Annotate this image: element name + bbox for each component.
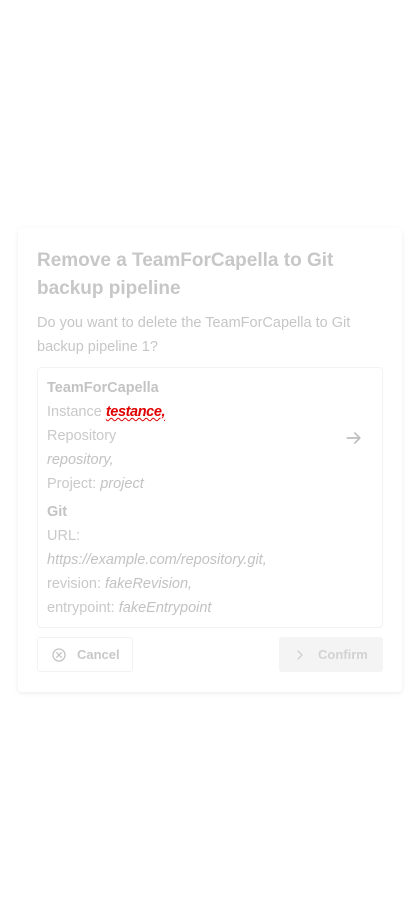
project-label: Project:: [47, 476, 97, 492]
pipeline-summary-card: TeamForCapella Instance testance, Reposi…: [37, 367, 383, 628]
entrypoint-label: entrypoint:: [47, 600, 115, 616]
confirm-button-label: Confirm: [318, 647, 368, 662]
cancel-circle-icon: [52, 647, 66, 662]
project-value: project: [100, 476, 144, 492]
instance-label: Instance: [47, 404, 102, 420]
confirm-button[interactable]: Confirm: [279, 637, 383, 672]
git-heading: Git: [47, 504, 68, 520]
url-label: URL:: [47, 528, 81, 544]
instance-line: Instance testance,: [47, 400, 166, 424]
project-line: Project: project: [47, 472, 144, 496]
revision-line: revision: fakeRevision,: [47, 572, 192, 596]
chevron-right-icon: [297, 649, 303, 660]
repository-value: repository,: [47, 452, 114, 468]
url-value: https://example.com/repository.git,: [47, 552, 267, 568]
repository-label: Repository: [47, 428, 117, 444]
revision-value: fakeRevision,: [105, 576, 193, 592]
entrypoint-line: entrypoint: fakeEntrypoint: [47, 596, 211, 620]
instance-value: testance,: [105, 404, 166, 420]
remove-pipeline-dialog: Remove a TeamForCapella to Git backup pi…: [18, 228, 402, 692]
cancel-button-label: Cancel: [77, 647, 120, 662]
dialog-title: Remove a TeamForCapella to Git backup pi…: [37, 250, 334, 299]
arrow-right-icon: [346, 432, 361, 444]
cancel-button[interactable]: Cancel: [37, 637, 133, 672]
dialog-message: Do you want to delete the TeamForCapella…: [37, 315, 351, 355]
t4c-heading: TeamForCapella: [47, 380, 159, 396]
entrypoint-value: fakeEntrypoint: [118, 600, 212, 616]
revision-label: revision:: [47, 576, 101, 592]
